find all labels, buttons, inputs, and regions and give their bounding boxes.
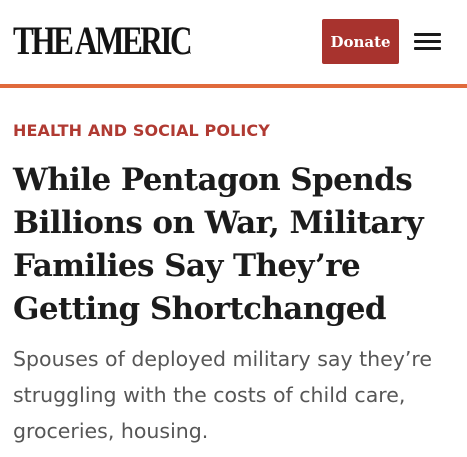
donate-button[interactable]: Donate [322, 19, 399, 64]
site-header: THE AMERICAN PROSPECT Donate [0, 0, 467, 84]
article-dek: Spouses of deployed military say they’re… [13, 347, 432, 443]
article-headline: While Pentagon Spends Billions on War, M… [13, 162, 424, 327]
menu-bar [414, 40, 441, 43]
menu-bar [414, 47, 441, 50]
header-accent-rule [0, 84, 467, 88]
hamburger-menu-icon[interactable] [413, 31, 443, 53]
site-logo[interactable]: THE AMERICAN PROSPECT [13, 19, 191, 63]
menu-bar [414, 33, 441, 36]
article-category-link[interactable]: HEALTH AND SOCIAL POLICY [13, 121, 270, 140]
